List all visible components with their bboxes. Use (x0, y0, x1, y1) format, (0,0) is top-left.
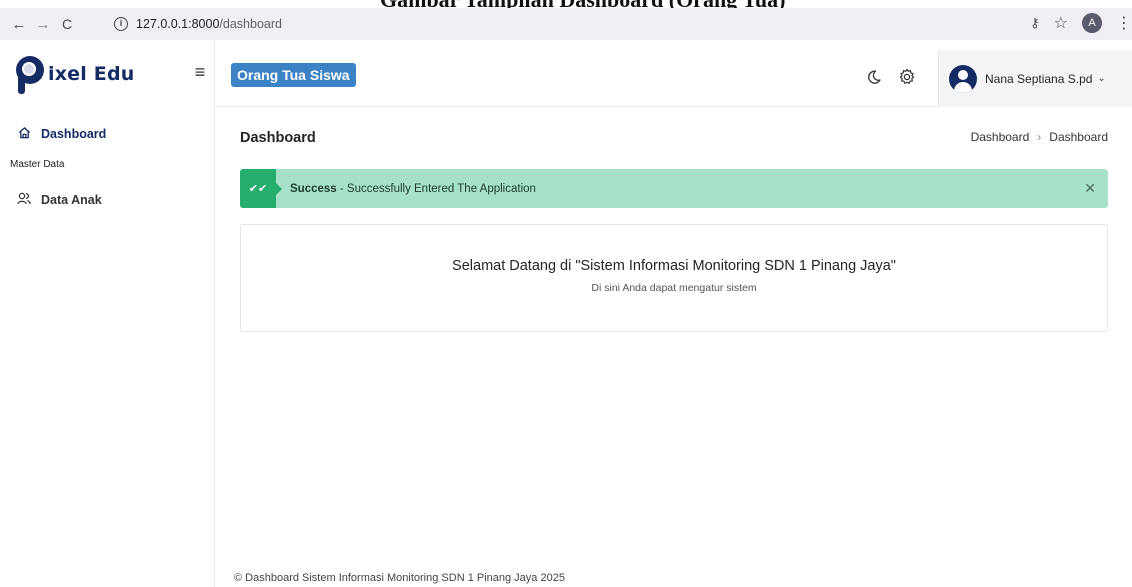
sidebar-item-dashboard[interactable]: Dashboard (0, 123, 214, 145)
users-icon (17, 192, 31, 208)
url-text[interactable]: 127.0.0.1:8000/dashboard (136, 17, 282, 31)
close-icon[interactable]: ✕ (1084, 180, 1096, 197)
welcome-card: Selamat Datang di "Sistem Informasi Moni… (240, 224, 1108, 332)
reload-icon[interactable]: C (56, 13, 78, 35)
brand-name: ixel Edu (48, 62, 135, 85)
hamburger-menu-icon[interactable]: ≡ (192, 62, 208, 83)
brand-logo[interactable]: ixel Edu ≡ (0, 40, 214, 107)
sidebar-item-label: Data Anak (41, 193, 102, 207)
main-content: Dashboard Dashboard › Dashboard ✔✔ Succe… (216, 108, 1132, 587)
back-icon[interactable]: ← (8, 13, 30, 35)
password-key-icon[interactable]: ⚷ (1030, 15, 1040, 31)
page-title: Dashboard (240, 130, 316, 146)
footer-text: © Dashboard Sistem Informasi Monitoring … (234, 572, 565, 584)
browser-toolbar: ← → C i 127.0.0.1:8000/dashboard ⚷ ☆ A ⋮ (0, 8, 1132, 40)
browser-profile-avatar[interactable]: A (1082, 13, 1102, 33)
top-header: Orang Tua Siswa Nana Septiana S.pd ⌄ (216, 40, 1132, 107)
gear-icon[interactable] (898, 68, 916, 86)
sidebar-section-master-data: Master Data (10, 159, 65, 170)
breadcrumb: Dashboard › Dashboard (971, 130, 1108, 144)
sidebar: ixel Edu ≡ Dashboard Master Data Data An… (0, 40, 215, 587)
home-icon (17, 126, 31, 142)
success-alert: ✔✔ Success - Successfully Entered The Ap… (240, 169, 1108, 208)
user-name: Nana Septiana S.pd (985, 71, 1093, 86)
site-info-icon[interactable]: i (114, 17, 128, 31)
chevron-right-icon: › (1037, 130, 1042, 144)
double-check-icon: ✔✔ (240, 169, 282, 208)
chevron-down-icon: ⌄ (1097, 73, 1106, 84)
browser-menu-icon[interactable]: ⋮ (1116, 13, 1132, 33)
pixel-edu-logo-icon (14, 54, 46, 94)
alert-message: Success - Successfully Entered The Appli… (290, 182, 536, 195)
avatar (949, 64, 977, 93)
sidebar-item-data-anak[interactable]: Data Anak (0, 189, 214, 211)
address-bar[interactable]: i 127.0.0.1:8000/dashboard (104, 12, 1126, 36)
forward-icon[interactable]: → (32, 13, 54, 35)
welcome-subtitle: Di sini Anda dapat mengatur sistem (591, 282, 757, 294)
welcome-title: Selamat Datang di "Sistem Informasi Moni… (452, 258, 896, 274)
sidebar-item-label: Dashboard (41, 127, 107, 141)
role-badge: Orang Tua Siswa (231, 63, 356, 87)
breadcrumb-item: Dashboard (1049, 130, 1108, 144)
breadcrumb-item[interactable]: Dashboard (971, 130, 1030, 144)
moon-icon[interactable] (866, 69, 882, 85)
user-menu[interactable]: Nana Septiana S.pd ⌄ (938, 50, 1132, 107)
bookmark-star-icon[interactable]: ☆ (1054, 13, 1068, 33)
